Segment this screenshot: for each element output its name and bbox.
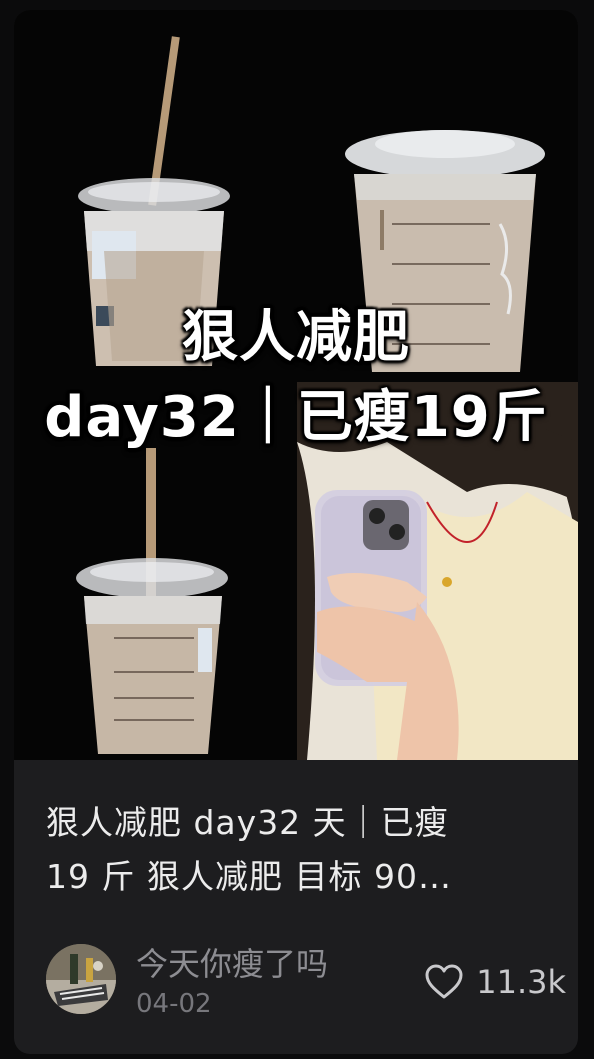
cover-overlay-subtitle: day32｜已瘦19斤 (44, 385, 548, 450)
post-date: 04-02 (136, 989, 212, 1019)
cover-overlay-title: 狠人减肥 (182, 305, 410, 370)
post-title-line: 狠人减肥 day32 天｜已瘦 (46, 803, 449, 842)
iced-latte-cup-image (74, 448, 234, 758)
like-button[interactable]: 11.3k (424, 960, 566, 1004)
post-title[interactable]: 狠人减肥 day32 天｜已瘦 19 斤 狠人减肥 目标 90… (46, 796, 546, 904)
author-name[interactable]: 今天你瘦了吗 (136, 944, 328, 984)
cover-image[interactable]: 狠人减肥 day32｜已瘦19斤 (14, 10, 578, 760)
post-title-line: 19 斤 狠人减肥 目标 90… (46, 857, 452, 896)
avatar[interactable] (46, 944, 116, 1014)
post-card[interactable]: 狠人减肥 day32｜已瘦19斤 狠人减肥 day32 天｜已瘦 19 斤 狠人… (14, 10, 578, 1054)
author-row: 今天你瘦了吗 04-02 11.3k (46, 940, 566, 1020)
like-count: 11.3k (476, 963, 566, 1001)
heart-icon[interactable] (424, 963, 464, 1001)
